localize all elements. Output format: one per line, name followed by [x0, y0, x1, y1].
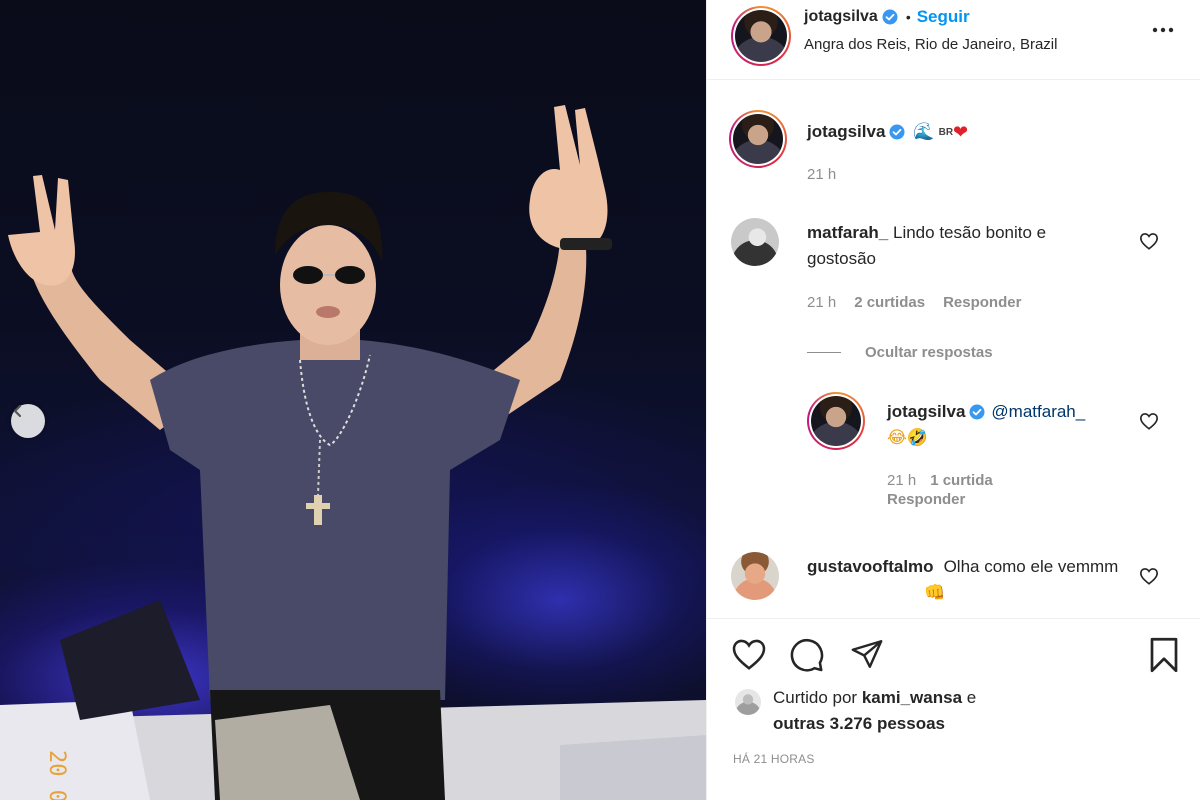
reply-meta: 21 h 1 curtida Responder — [887, 472, 993, 508]
reply-emojis: 😂🤣 — [887, 428, 929, 448]
glasses-left — [293, 266, 323, 284]
comment-bubble-icon[interactable] — [789, 637, 825, 673]
post-actions: Curtido por kami_wansa e outras 3.276 pe… — [707, 618, 1200, 800]
carousel-prev-button[interactable] — [11, 404, 45, 438]
post-photo[interactable]: 20 08 — [0, 0, 706, 800]
reply-button[interactable]: Responder — [943, 294, 1021, 311]
caption-avatar[interactable] — [729, 110, 787, 168]
reply: jotagsilva @matfarah_ — [887, 400, 1085, 424]
reply-username[interactable]: jotagsilva — [887, 402, 965, 422]
like-heart-icon[interactable] — [731, 637, 767, 671]
comment: matfarah_ Lindo tesão bonito e gostosão — [807, 220, 1107, 272]
comment: gustavooftalmo Olha como ele vemmm — [807, 554, 1118, 580]
boat-rail — [560, 735, 706, 800]
author-avatar[interactable] — [731, 6, 791, 66]
reply-likes[interactable]: 1 curtida — [930, 472, 993, 489]
boat-deck-left — [0, 700, 150, 800]
verified-badge-icon — [882, 9, 898, 25]
likes-summary: Curtido por kami_wansa e outras 3.276 pe… — [773, 685, 1073, 737]
post-panel: jotagsilva • Seguir Angra dos Reis, Rio … — [706, 0, 1200, 800]
likes-others[interactable]: outras 3.276 pessoas — [773, 711, 1073, 737]
follow-button[interactable]: Seguir — [917, 7, 970, 27]
liker-avatar[interactable] — [735, 689, 761, 715]
flag-emoji: BR — [938, 126, 954, 138]
commenter-avatar[interactable] — [731, 218, 779, 266]
likes-and: e — [966, 688, 977, 707]
liker-username[interactable]: kami_wansa — [862, 688, 962, 707]
comment-text: Olha como ele vemmm — [943, 557, 1119, 576]
more-horizontal-icon — [1152, 27, 1174, 33]
comment-time[interactable]: 21 h — [807, 294, 836, 311]
caption-time[interactable]: 21 h — [807, 166, 836, 183]
comment-meta: 21 h 2 curtidas Responder — [807, 294, 1021, 311]
reply-like-heart-icon[interactable] — [1139, 412, 1159, 430]
divider-line — [807, 352, 841, 353]
comment-likes[interactable]: 2 curtidas — [854, 294, 925, 311]
likes-prefix: Curtido por — [773, 688, 858, 707]
heart-emoji: ❤ — [953, 121, 969, 143]
reply-reply-button[interactable]: Responder — [887, 491, 993, 508]
post-time-ago[interactable]: HÁ 21 HORAS — [733, 752, 815, 766]
bookmark-icon[interactable] — [1149, 637, 1179, 673]
more-options-button[interactable] — [1147, 18, 1179, 42]
caption: jotagsilva 🌊 BR ❤ — [807, 120, 968, 144]
chevron-left-icon — [13, 404, 22, 418]
comment-username[interactable]: matfarah_ — [807, 223, 888, 242]
verified-badge-icon — [889, 124, 905, 140]
glasses-right — [335, 266, 365, 284]
hide-replies-label: Ocultar respostas — [865, 344, 993, 361]
comment-username[interactable]: gustavooftalmo — [807, 554, 934, 580]
lips — [316, 306, 340, 318]
fist-emoji: 👊 — [924, 583, 946, 603]
watch — [560, 238, 612, 250]
wave-emoji: 🌊 — [913, 122, 935, 142]
separator-dot: • — [905, 9, 911, 25]
comment-like-heart-icon[interactable] — [1139, 232, 1159, 250]
author-username[interactable]: jotagsilva — [804, 8, 878, 26]
share-plane-icon[interactable] — [849, 637, 885, 671]
photo-timestamp: 20 08 — [44, 750, 69, 800]
left-hand — [8, 175, 75, 286]
reply-avatar[interactable] — [807, 392, 865, 450]
shirt — [150, 340, 520, 700]
caption-username[interactable]: jotagsilva — [807, 122, 885, 142]
comment-like-heart-icon[interactable] — [1139, 567, 1159, 585]
face — [280, 225, 376, 345]
commenter-avatar[interactable] — [731, 552, 779, 600]
boat-seat — [60, 600, 200, 720]
hide-replies-toggle[interactable]: Ocultar respostas — [807, 344, 993, 361]
post-header: jotagsilva • Seguir Angra dos Reis, Rio … — [707, 0, 1200, 80]
right-hand — [529, 105, 608, 250]
post-location[interactable]: Angra dos Reis, Rio de Janeiro, Brazil — [804, 36, 1057, 53]
verified-badge-icon — [969, 404, 985, 420]
reply-time[interactable]: 21 h — [887, 472, 916, 489]
reply-mention[interactable]: @matfarah_ — [991, 402, 1085, 422]
photo-illustration: 20 08 — [0, 105, 706, 800]
